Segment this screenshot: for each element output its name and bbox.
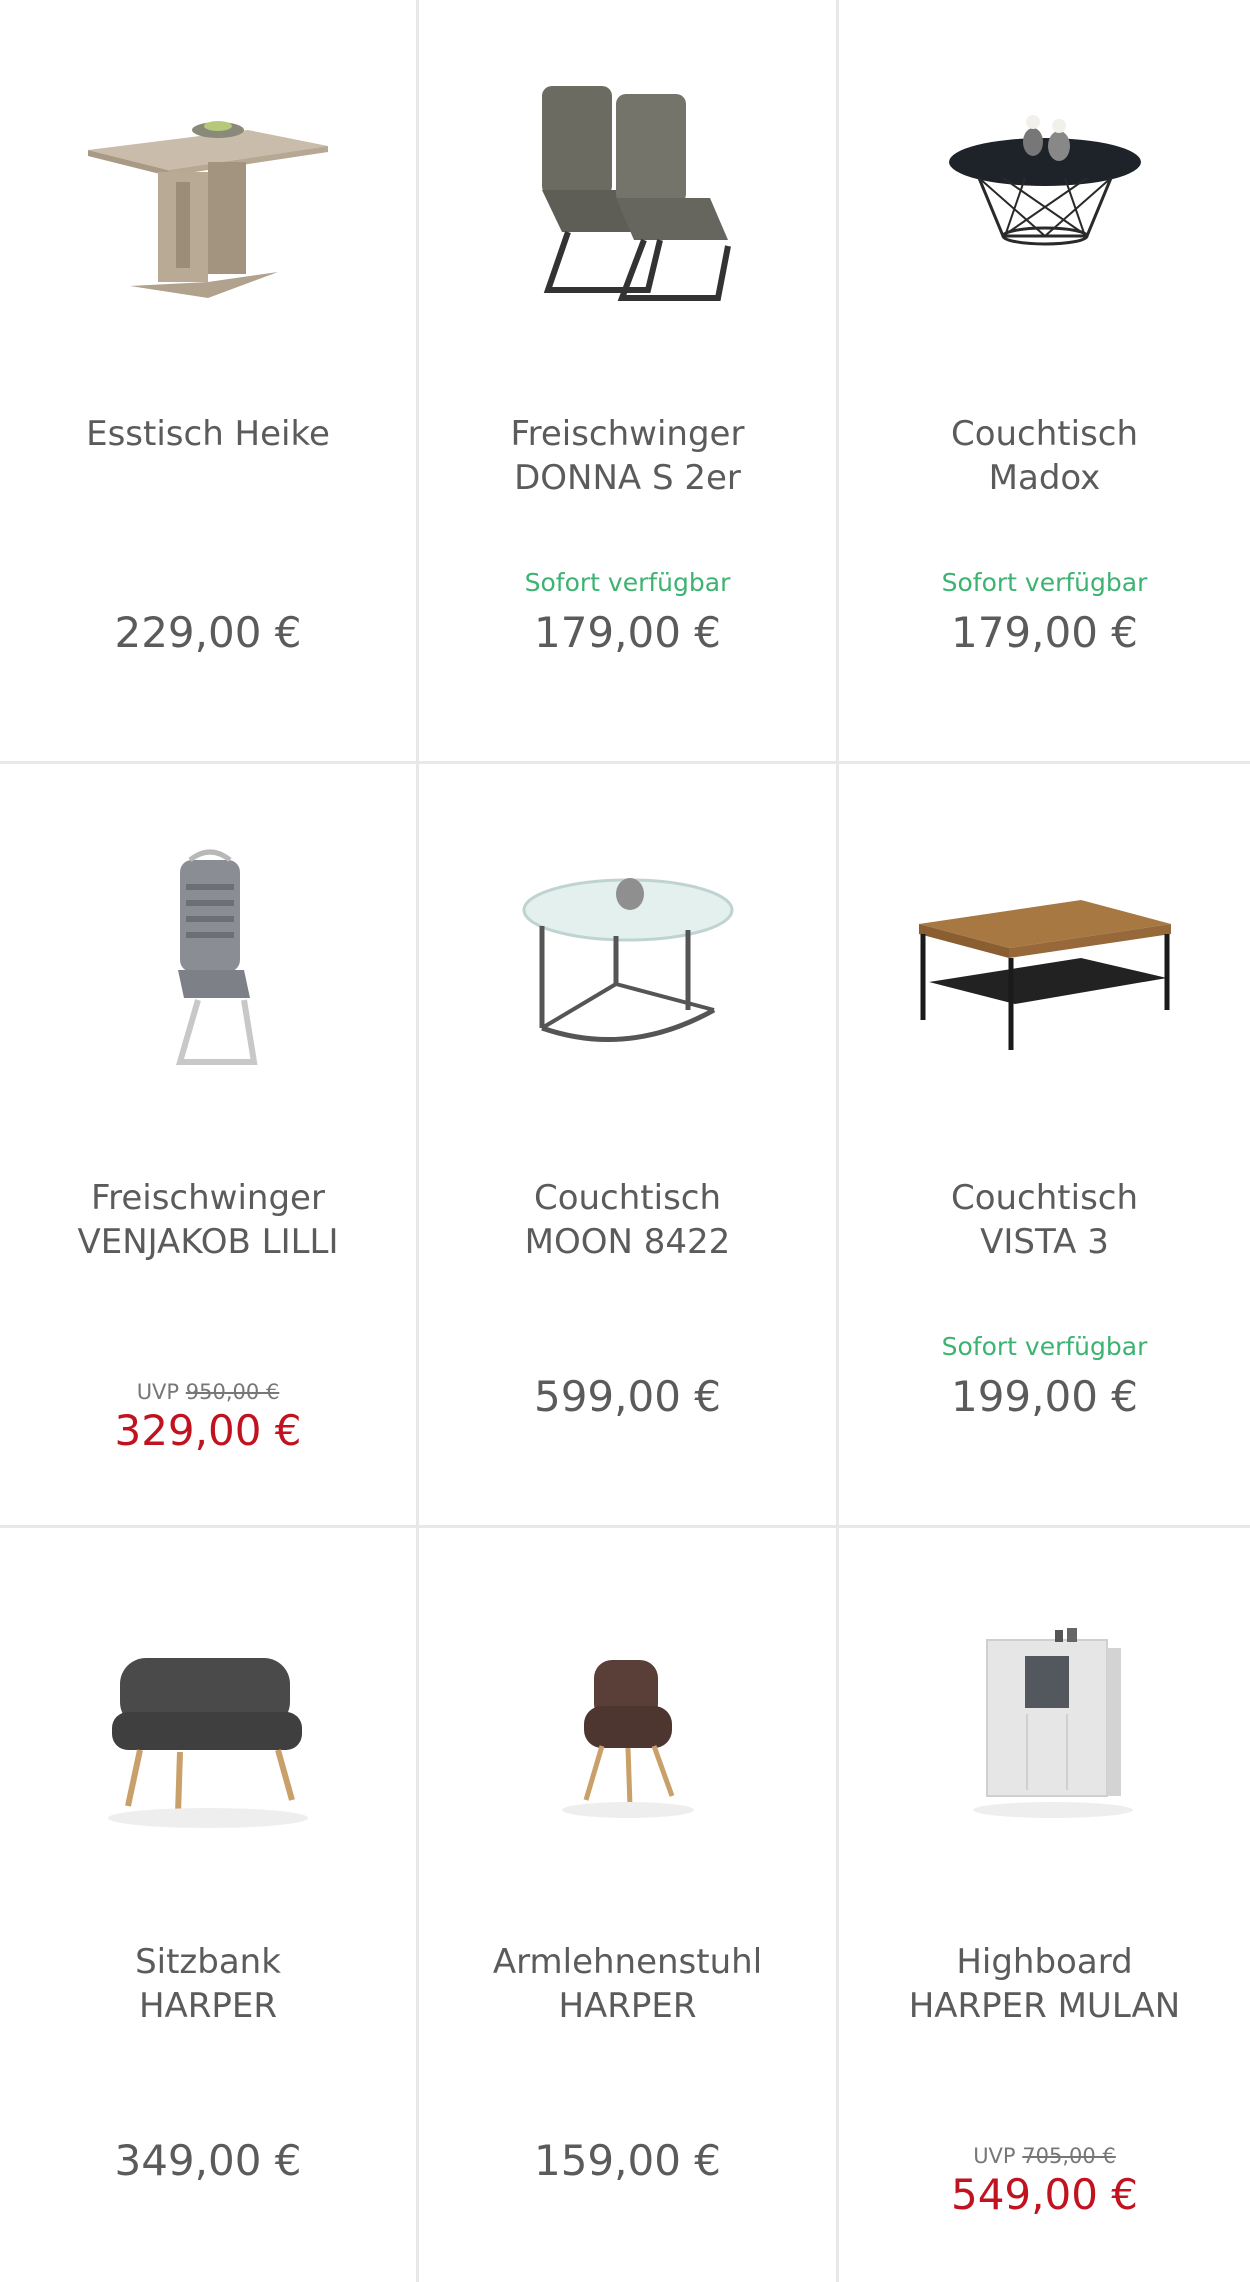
product-image[interactable]	[0, 804, 416, 1104]
product-title[interactable]: Couchtisch MOON 8422	[439, 1176, 816, 1264]
availability-label: Sofort verfügbar	[941, 1332, 1148, 1361]
product-price: 349,00 €	[114, 2136, 302, 2185]
product-title-line2: VISTA 3	[980, 1222, 1109, 1262]
wire-coffee-table-icon	[948, 115, 1141, 246]
availability-label: Sofort verfügbar	[524, 568, 731, 597]
product-price: 229,00 €	[114, 608, 302, 657]
product-card[interactable]: Sitzbank HARPER 349,00 €	[0, 1528, 419, 2282]
cantilever-chair-icon	[176, 849, 258, 1065]
product-title-line1: Couchtisch	[533, 1178, 722, 1218]
product-price: 179,00 €	[533, 608, 722, 657]
uvp-value: 705,00 €	[1022, 2144, 1116, 2168]
product-title-line2: DONNA S 2er	[514, 458, 741, 498]
sale-price: 549,00 €	[950, 2170, 1139, 2219]
product-card[interactable]: Esstisch Heike 229,00 €	[0, 0, 419, 764]
highboard-icon	[972, 1628, 1133, 1818]
product-title[interactable]: Highboard HARPER MULAN	[859, 1940, 1230, 2028]
dining-table-icon	[88, 121, 328, 298]
product-title-line1: Freischwinger	[510, 414, 745, 454]
uvp-price: UVP 950,00 €	[0, 1380, 416, 1404]
uvp-price: UVP 705,00 €	[839, 2144, 1250, 2168]
sale-price: 329,00 €	[114, 1406, 302, 1455]
product-title[interactable]: Couchtisch Madox	[859, 412, 1230, 500]
product-image[interactable]	[0, 40, 416, 340]
glass-coffee-table-icon	[522, 878, 733, 1042]
product-card[interactable]: Freischwinger VENJAKOB LILLI UVP 950,00 …	[0, 764, 419, 1528]
uvp-value: 950,00 €	[185, 1380, 280, 1404]
product-price: 159,00 €	[533, 2136, 722, 2185]
product-price: 179,00 €	[950, 608, 1139, 657]
product-title[interactable]: Armlehnenstuhl HARPER	[439, 1940, 816, 2028]
product-title-line1: Couchtisch	[950, 1178, 1139, 1218]
product-card[interactable]: Couchtisch VISTA 3 Sofort verfügbar 199,…	[839, 764, 1250, 1528]
product-title[interactable]: Couchtisch VISTA 3	[859, 1176, 1230, 1264]
availability-label: Sofort verfügbar	[941, 568, 1148, 597]
product-image[interactable]	[419, 40, 836, 340]
product-card[interactable]: Couchtisch Madox Sofort verfügbar 179,00…	[839, 0, 1250, 764]
bench-icon	[108, 1658, 308, 1828]
product-card[interactable]: Freischwinger DONNA S 2er Sofort verfügb…	[419, 0, 839, 764]
product-title-line1: Freischwinger	[91, 1178, 325, 1218]
product-card[interactable]: Couchtisch MOON 8422 599,00 €	[419, 764, 839, 1528]
product-grid: Esstisch Heike 229,00 € Freischwinger DO…	[0, 0, 1250, 2282]
product-title-line2: HARPER MULAN	[908, 1986, 1181, 2026]
product-title-line1: Couchtisch	[950, 414, 1139, 454]
uvp-label: UVP	[136, 1380, 180, 1404]
product-title[interactable]: Sitzbank HARPER	[20, 1940, 396, 2028]
product-title-line2: HARPER	[138, 1986, 278, 2026]
product-image[interactable]	[419, 804, 836, 1104]
uvp-label: UVP	[973, 2144, 1016, 2168]
wood-coffee-table-icon	[918, 900, 1171, 1050]
product-title[interactable]: Freischwinger VENJAKOB LILLI	[20, 1176, 396, 1264]
product-title-line2: HARPER	[558, 1986, 697, 2026]
product-title-line1: Sitzbank	[135, 1942, 281, 1982]
product-image[interactable]	[839, 40, 1250, 340]
product-title-line2: MOON 8422	[524, 1222, 731, 1262]
product-price: 599,00 €	[533, 1372, 722, 1421]
product-title-line2: VENJAKOB LILLI	[77, 1222, 339, 1262]
product-title-line1: Esstisch Heike	[86, 414, 330, 454]
product-title[interactable]: Esstisch Heike	[20, 412, 396, 456]
product-title-line1: Highboard	[956, 1942, 1133, 1982]
product-image[interactable]	[0, 1568, 416, 1868]
product-card[interactable]: Highboard HARPER MULAN UVP 705,00 € 549,…	[839, 1528, 1250, 2282]
product-image[interactable]	[839, 804, 1250, 1104]
product-title[interactable]: Freischwinger DONNA S 2er	[439, 412, 816, 500]
product-title-line2: Madox	[988, 458, 1101, 498]
armchair-icon	[561, 1660, 694, 1818]
cantilever-chairs-icon	[541, 86, 731, 301]
product-image[interactable]	[419, 1568, 836, 1868]
product-card[interactable]: Armlehnenstuhl HARPER 159,00 €	[419, 1528, 839, 2282]
product-title-line1: Armlehnenstuhl	[492, 1942, 763, 1982]
product-image[interactable]	[839, 1568, 1250, 1868]
product-price: 199,00 €	[950, 1372, 1139, 1421]
